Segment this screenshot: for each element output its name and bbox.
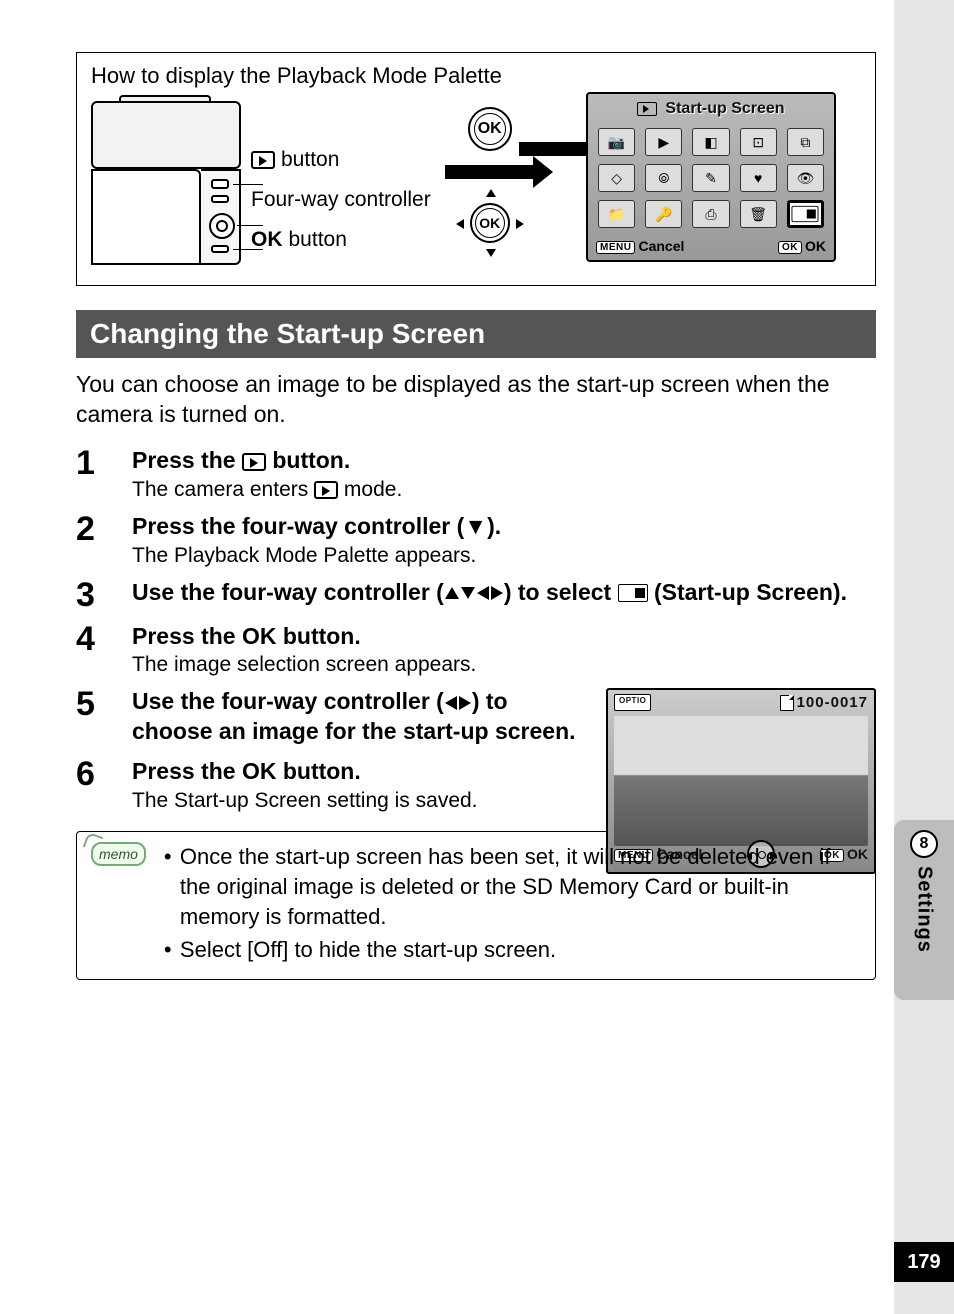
- content: How to display the Playback Mode Palette: [76, 52, 876, 980]
- lcd-ok: OKOK: [778, 238, 826, 254]
- howto-title: How to display the Playback Mode Palette: [91, 63, 861, 89]
- step-4: 4 Press the OK button. The image selecti…: [76, 622, 582, 678]
- section-heading: Changing the Start-up Screen: [76, 310, 876, 358]
- step-number: 4: [76, 622, 132, 678]
- callout-fourway: Four-way controller: [251, 188, 431, 212]
- palette-icon: ◧: [692, 128, 729, 156]
- ok-diagram: OK OK: [441, 107, 539, 253]
- step-desc: The image selection screen appears.: [132, 653, 582, 677]
- intro-text: You can choose an image to be displayed …: [76, 370, 876, 430]
- memo-item: Select [Off] to hide the start-up screen…: [164, 935, 861, 965]
- chapter-tab: 8 Settings: [894, 820, 954, 1000]
- step-title: Use the four-way controller () to select…: [132, 578, 876, 608]
- page: 8 Settings 179 How to display the Playba…: [0, 0, 954, 1314]
- step-title: Press the four-way controller (▼).: [132, 512, 876, 542]
- playback-button-icon: [211, 179, 229, 189]
- palette-icon: ♥: [740, 164, 777, 192]
- camera-illustration: [91, 95, 241, 265]
- callout-ok: OK button: [251, 228, 431, 252]
- palette-icon: ◇: [598, 164, 635, 192]
- step-desc: The camera enters mode.: [132, 478, 876, 502]
- page-number: 179: [894, 1242, 954, 1282]
- chapter-number: 8: [910, 830, 938, 858]
- lcd-title: Start-up Screen: [665, 100, 784, 118]
- step-number: 6: [76, 757, 132, 813]
- palette-icon: ⦾: [645, 164, 682, 192]
- howto-box: How to display the Playback Mode Palette: [76, 52, 876, 286]
- ok-fourway-icon: OK: [460, 193, 520, 253]
- memo-box: memo Once the start-up screen has been s…: [76, 831, 876, 980]
- step-number: 1: [76, 446, 132, 502]
- callout-playback-label: button: [281, 148, 339, 172]
- arrow-icon: [445, 165, 535, 179]
- step-2: 2 Press the four-way controller (▼). The…: [76, 512, 876, 568]
- palette-icon: 🔑: [645, 200, 682, 228]
- howto-body: button Four-way controller OK button OK …: [91, 95, 861, 265]
- menu-pill-icon: MENU: [596, 241, 635, 254]
- palette-icon: ✎: [692, 164, 729, 192]
- step-number: 3: [76, 578, 132, 612]
- palette-icon-selected: [787, 200, 824, 228]
- step-number: 2: [76, 512, 132, 568]
- lcd-cancel: MENUCancel: [596, 238, 684, 254]
- callout-ok-label: button: [289, 228, 347, 252]
- step-3: 3 Use the four-way controller () to sele…: [76, 578, 876, 612]
- palette-icon: ⊡: [740, 128, 777, 156]
- lcd-title-row: Start-up Screen: [594, 100, 828, 118]
- step-title: Use the four-way controller () to choose…: [132, 687, 582, 747]
- step-title: Press the button.: [132, 446, 876, 476]
- memo-label: memo: [91, 842, 146, 866]
- fourway-controller-icon: [209, 213, 235, 239]
- playback-icon: [251, 151, 275, 169]
- palette-icon: 📷: [598, 128, 635, 156]
- palette-icon: 🗑: [740, 200, 777, 228]
- lcd-footer: MENUCancel OKOK: [594, 236, 828, 254]
- ok-button-icon: OK: [468, 107, 512, 151]
- callouts: button Four-way controller OK button: [251, 148, 431, 252]
- palette-icon: ⧉: [787, 128, 824, 156]
- playback-mode-icon: [637, 102, 657, 116]
- chapter-label: Settings: [913, 866, 936, 953]
- callout-fourway-label: Four-way controller: [251, 188, 431, 212]
- step-1: 1 Press the button. The camera enters mo…: [76, 446, 876, 502]
- playback-icon: [314, 481, 338, 499]
- lcd-palette: Start-up Screen 📷 ▶ ◧ ⊡ ⧉ ◇ ⦾ ✎ ♥ 👁 📁: [586, 92, 836, 262]
- step-number: 5: [76, 687, 132, 747]
- palette-icon: 👁: [787, 164, 824, 192]
- startup-screen-icon: [618, 584, 648, 602]
- memo-icon: memo: [91, 842, 146, 969]
- optio-badge: OPTIO: [614, 694, 651, 711]
- palette-icon: ⎙: [692, 200, 729, 228]
- callout-playback: button: [251, 148, 431, 172]
- right-rail: 8 Settings 179: [894, 0, 954, 1314]
- step-title: Press the OK button.: [132, 622, 582, 652]
- preview-image: [614, 716, 868, 846]
- card-icon: [780, 695, 794, 711]
- step-desc: The Playback Mode Palette appears.: [132, 544, 876, 568]
- palette-grid: 📷 ▶ ◧ ⊡ ⧉ ◇ ⦾ ✎ ♥ 👁 📁 🔑 ⎙ 🗑: [594, 124, 828, 236]
- memo-list: Once the start-up screen has been set, i…: [164, 842, 861, 969]
- ok-pill-icon: OK: [778, 241, 802, 254]
- memo-item: Once the start-up screen has been set, i…: [164, 842, 861, 931]
- step-5: 5 Use the four-way controller () to choo…: [76, 687, 582, 747]
- playback-icon: [242, 453, 266, 471]
- file-number: 100-0017: [780, 694, 868, 711]
- palette-icon: 📁: [598, 200, 635, 228]
- palette-icon: ▶: [645, 128, 682, 156]
